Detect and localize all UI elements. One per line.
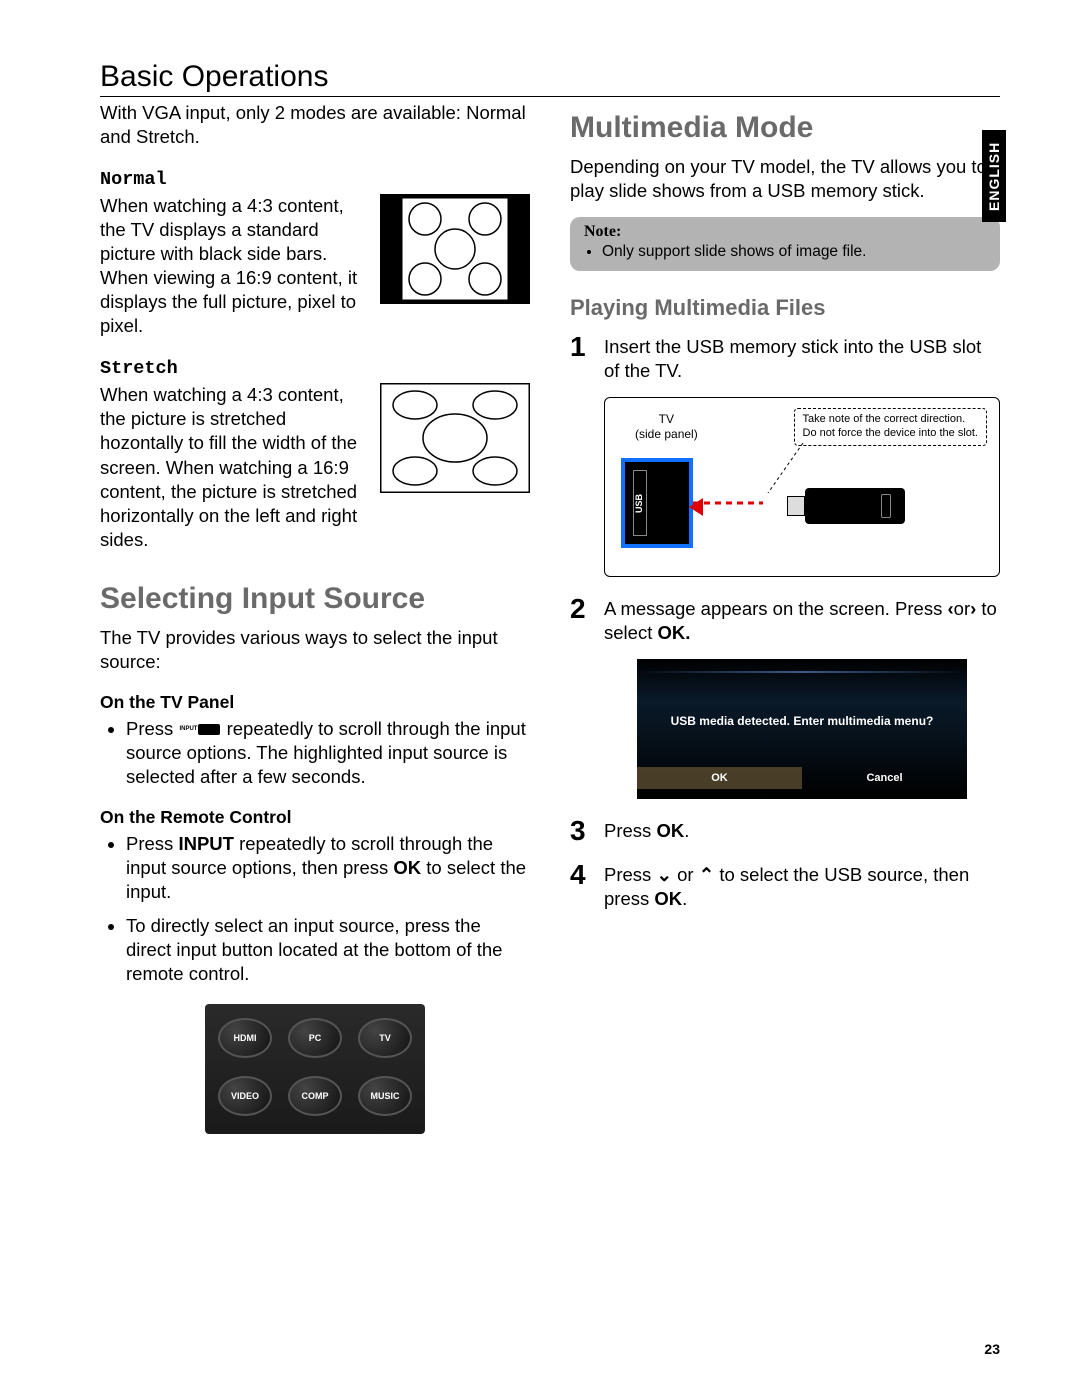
dialog-message: USB media detected. Enter multimedia men… [637,714,967,730]
usb-dialog: USB media detected. Enter multimedia men… [637,659,967,799]
input-button-icon: INPUT [178,724,221,735]
left-column: With VGA input, only 2 modes are availab… [100,101,530,1134]
normal-body: When watching a 4:3 content, the TV disp… [100,194,368,338]
dialog-ok-button: OK [637,767,802,789]
stretch-mode-diagram [380,383,530,493]
usb-diagram: TV (side panel) Take note of the correct… [604,397,1000,577]
usb-stick-icon [805,488,905,524]
on-tv-panel-heading: On the TV Panel [100,692,530,713]
note-label: Note: [584,223,986,241]
remote-input-panel: HDMI PC TV VIDEO COMP MUSIC [205,1004,425,1134]
step-3: Press OK. [570,819,1000,843]
remote-btn-video: VIDEO [218,1076,272,1116]
normal-mode-diagram [380,194,530,304]
step-4: Press ⌄ or ⌃ to select the USB source, t… [570,863,1000,911]
multimedia-intro: Depending on your TV model, the TV allow… [570,155,1000,203]
remote-btn-music: MUSIC [358,1076,412,1116]
usb-callout-1: Take note of the correct direction. [803,413,979,427]
normal-heading: Normal [100,169,530,190]
on-remote-heading: On the Remote Control [100,807,530,828]
chevron-down-icon: ⌄ [656,864,672,885]
note-item: Only support slide shows of image file. [602,243,986,261]
stretch-heading: Stretch [100,358,530,379]
remote-bullet-2: To directly select an input source, pres… [126,914,530,986]
step-2: A message appears on the screen. Press ‹… [570,597,1000,799]
dialog-cancel-button: Cancel [802,767,967,789]
usb-tv-label: TV [635,412,698,426]
remote-btn-hdmi: HDMI [218,1018,272,1058]
selecting-intro: The TV provides various ways to select t… [100,626,530,674]
step-1: Insert the USB memory stick into the USB… [570,335,1000,577]
page-number: 23 [984,1341,1000,1357]
usb-side-panel-label: (side panel) [635,427,698,441]
remote-btn-pc: PC [288,1018,342,1058]
remote-btn-comp: COMP [288,1076,342,1116]
stretch-body: When watching a 4:3 content, the picture… [100,383,368,551]
tv-panel-bullet: Press INPUT repeatedly to scroll through… [126,717,530,789]
usb-callout-2: Do not force the device into the slot. [803,427,979,441]
note-box: Note: Only support slide shows of image … [570,217,1000,271]
playing-files-heading: Playing Multimedia Files [570,295,1000,321]
page-title: Basic Operations [100,60,1000,97]
multimedia-heading: Multimedia Mode [570,111,1000,145]
right-column: Multimedia Mode Depending on your TV mod… [570,101,1000,1134]
language-tab: ENGLISH [982,130,1006,222]
chevron-up-icon: ⌃ [699,864,715,885]
usb-port-label: USB [634,494,646,513]
vga-intro: With VGA input, only 2 modes are availab… [100,101,530,149]
remote-bullet-1: Press INPUT repeatedly to scroll through… [126,832,530,904]
remote-btn-tv: TV [358,1018,412,1058]
selecting-input-heading: Selecting Input Source [100,582,530,616]
